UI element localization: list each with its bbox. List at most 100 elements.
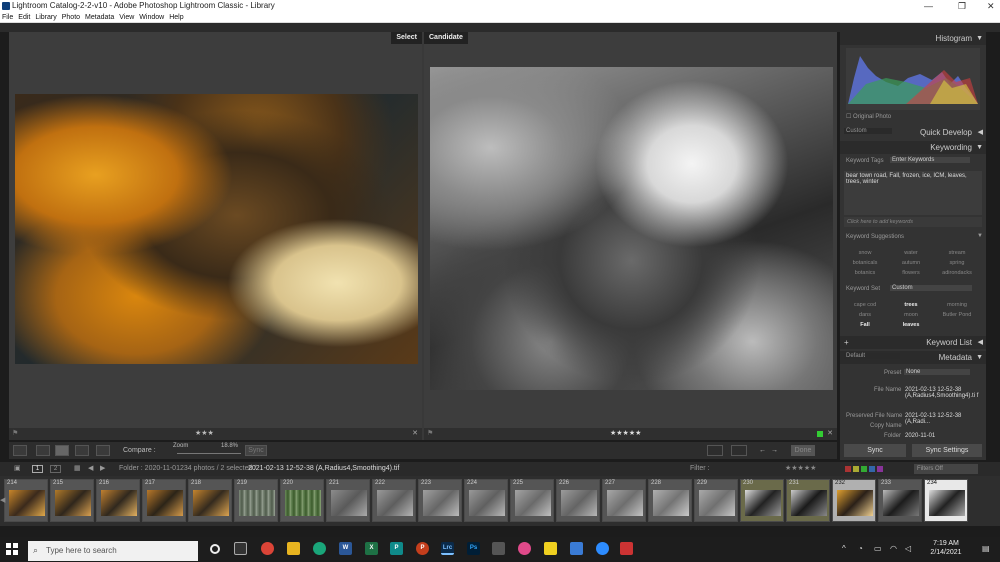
- keyword-tags-dropdown[interactable]: Enter Keywords: [890, 157, 970, 163]
- suggestion-keyword[interactable]: adirondacks: [934, 270, 980, 276]
- select-pane[interactable]: Select ⚑ ★★★ ✕: [9, 32, 422, 440]
- module-header-collapsed[interactable]: [0, 23, 1000, 32]
- word-icon[interactable]: W: [339, 542, 352, 555]
- survey-view-button[interactable]: [75, 445, 89, 456]
- keyword-suggestions-label[interactable]: Keyword Suggestions: [846, 234, 904, 240]
- filmstrip-thumbnail[interactable]: 225: [510, 479, 554, 522]
- sync-settings-button[interactable]: Sync Settings: [912, 444, 982, 457]
- filmstrip-thumbnail[interactable]: 224: [464, 479, 508, 522]
- menu-file[interactable]: File: [2, 14, 13, 21]
- secondary-window-icon[interactable]: ▣: [14, 462, 21, 476]
- filmstrip-thumbnail-candidate[interactable]: 234: [924, 479, 968, 522]
- filmstrip-thumbnail[interactable]: 214: [4, 479, 48, 522]
- set-keyword[interactable]: trees: [888, 302, 934, 308]
- green-label-filter[interactable]: [861, 466, 867, 472]
- zoom-slider[interactable]: [177, 453, 241, 454]
- set-keyword[interactable]: dans: [842, 312, 888, 318]
- start-icon[interactable]: [6, 543, 18, 555]
- people-view-button[interactable]: [96, 445, 110, 456]
- battery-icon[interactable]: ▭: [874, 544, 882, 553]
- candidate-photo[interactable]: [430, 67, 833, 390]
- app-icon[interactable]: [620, 542, 633, 555]
- flag-icon[interactable]: ⚑: [12, 428, 18, 440]
- edge-icon[interactable]: [313, 542, 326, 555]
- filmstrip-thumbnail[interactable]: 215: [50, 479, 94, 522]
- filmstrip-thumbnail[interactable]: 219: [234, 479, 278, 522]
- keyword-set-dropdown[interactable]: Custom: [890, 285, 972, 291]
- suggestion-keyword[interactable]: water: [888, 250, 934, 256]
- filmstrip-thumbnail[interactable]: 221: [326, 479, 370, 522]
- tray-app-icon[interactable]: ◔: [858, 544, 863, 553]
- suggestion-keyword[interactable]: autumn: [888, 260, 934, 266]
- close-icon[interactable]: ✕: [827, 428, 833, 440]
- original-photo-label[interactable]: ☐ Original Photo: [846, 113, 891, 120]
- close-icon[interactable]: ✕: [412, 428, 418, 440]
- suggestion-keyword[interactable]: snow: [842, 250, 888, 256]
- red-label-filter[interactable]: [845, 466, 851, 472]
- filmstrip-thumbnail[interactable]: 229: [694, 479, 738, 522]
- publisher-icon[interactable]: P: [390, 542, 403, 555]
- sync-zoom-button[interactable]: Sync: [245, 445, 267, 456]
- suggestion-keyword[interactable]: botanicals: [842, 260, 888, 266]
- filmstrip-thumbnail[interactable]: 218: [188, 479, 232, 522]
- back-arrow-icon[interactable]: ◀: [88, 462, 93, 476]
- keywords-textarea[interactable]: bear town road, Fall, frozen, ice, ICM, …: [844, 171, 982, 215]
- grid-view-button[interactable]: [13, 445, 27, 456]
- set-keyword[interactable]: moon: [888, 312, 934, 318]
- filmstrip-thumbnail[interactable]: 231: [786, 479, 830, 522]
- done-button[interactable]: Done: [791, 445, 815, 456]
- lightroom-taskbar-icon[interactable]: Lrc: [441, 542, 454, 555]
- rating-filter[interactable]: ★★★★★: [785, 462, 816, 476]
- filmstrip-thumbnail[interactable]: 220: [280, 479, 324, 522]
- menu-help[interactable]: Help: [169, 14, 183, 21]
- quick-develop-header[interactable]: Quick Develop ◀: [840, 126, 986, 139]
- filmstrip-thumbnail[interactable]: 227: [602, 479, 646, 522]
- main-window-button[interactable]: 1: [32, 465, 43, 473]
- blue-label-filter[interactable]: [869, 466, 875, 472]
- purple-label-filter[interactable]: [877, 466, 883, 472]
- grid-icon[interactable]: ▦: [74, 462, 81, 476]
- candidate-rating[interactable]: ★★★★★: [610, 428, 641, 440]
- app-icon[interactable]: [492, 542, 505, 555]
- filmstrip-thumbnail[interactable]: 217: [142, 479, 186, 522]
- volume-icon[interactable]: ◁: [905, 544, 911, 553]
- add-keywords-input[interactable]: Click here to add keywords: [844, 217, 982, 227]
- calculator-icon[interactable]: [570, 542, 583, 555]
- candidate-pane[interactable]: Candidate ⚑ ★★★★★ ✕: [424, 32, 837, 440]
- menu-photo[interactable]: Photo: [62, 14, 80, 21]
- histogram-header[interactable]: Histogram ▼: [840, 32, 986, 45]
- task-view-icon[interactable]: [234, 542, 247, 555]
- maximize-button[interactable]: ❐: [958, 0, 966, 12]
- filmstrip-thumbnail[interactable]: 223: [418, 479, 462, 522]
- set-keyword[interactable]: morning: [934, 302, 980, 308]
- keyword-list-header[interactable]: + Keyword List ◀: [840, 336, 986, 349]
- suggestion-keyword[interactable]: spring: [934, 260, 980, 266]
- set-keyword[interactable]: Fall: [842, 322, 888, 328]
- preset-dropdown[interactable]: None: [904, 369, 970, 375]
- network-icon[interactable]: ◠: [890, 544, 897, 553]
- filmstrip-source[interactable]: Folder : 2020-11-01: [119, 462, 180, 476]
- set-keyword[interactable]: Butler Pond: [934, 312, 980, 318]
- filmstrip-scroll-left[interactable]: ◀: [0, 496, 6, 506]
- suggestion-keyword[interactable]: flowers: [888, 270, 934, 276]
- filmstrip-thumbnail-selected[interactable]: 232: [832, 479, 876, 522]
- close-window-button[interactable]: ✕: [987, 0, 995, 12]
- filmstrip-thumbnail[interactable]: 230: [740, 479, 784, 522]
- menu-window[interactable]: Window: [139, 14, 164, 21]
- sync-metadata-button[interactable]: Sync: [844, 444, 906, 457]
- filters-dropdown[interactable]: Filters Off: [914, 464, 978, 474]
- photoshop-icon[interactable]: Ps: [467, 542, 480, 555]
- previous-arrow-icon[interactable]: ←: [759, 442, 766, 459]
- suggestion-keyword[interactable]: botanics: [842, 270, 888, 276]
- chrome-icon[interactable]: [261, 542, 274, 555]
- suggestion-keyword[interactable]: stream: [934, 250, 980, 256]
- sticky-notes-icon[interactable]: [544, 542, 557, 555]
- flag-icon[interactable]: ⚑: [427, 428, 433, 440]
- folder-value[interactable]: 2020-11-01: [905, 433, 935, 439]
- file-name-value[interactable]: 2021-02-13 12-52-38 (A,Radius4,Smoothing…: [905, 387, 979, 399]
- filmstrip-thumbnail[interactable]: 226: [556, 479, 600, 522]
- suggestions-toggle-icon[interactable]: ▼: [977, 233, 983, 239]
- filmstrip-thumbnail[interactable]: 216: [96, 479, 140, 522]
- taskbar-search-input[interactable]: Type here to search: [28, 541, 198, 561]
- select-photo[interactable]: [15, 94, 418, 364]
